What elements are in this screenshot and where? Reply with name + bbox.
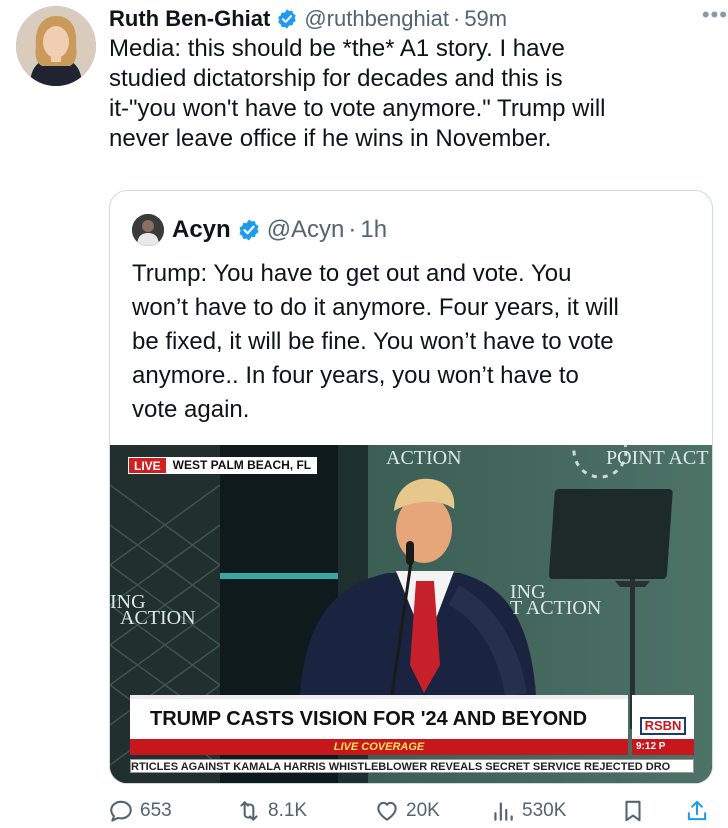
bookmark-icon xyxy=(625,800,641,822)
tweet-header: Ruth Ben-Ghiat @ruthbenghiat · 59m xyxy=(109,4,708,34)
reply-icon xyxy=(110,800,132,822)
reply-button[interactable]: 653 xyxy=(108,798,172,824)
location-label: WEST PALM BEACH, FL xyxy=(166,457,318,474)
views-button[interactable]: 530K xyxy=(490,798,566,824)
quoted-tweet[interactable]: Acyn @Acyn · 1h Trump: You have to get o… xyxy=(109,190,713,784)
retweet-count: 8.1K xyxy=(268,800,308,821)
like-count: 20K xyxy=(406,800,440,821)
quote-text-line: won’t have to do it anymore. Four years,… xyxy=(132,294,619,321)
reply-count: 653 xyxy=(140,800,172,821)
separator-dot: · xyxy=(452,6,461,31)
bookmark-button[interactable] xyxy=(620,798,652,824)
tweet-text-line: it-"you won't have to vote anymore." Tru… xyxy=(109,95,606,122)
backdrop-text: POINT ACT xyxy=(606,447,709,469)
quote-author-name[interactable]: Acyn xyxy=(172,216,231,244)
tweet-actions: 653 8.1K 20K 530K xyxy=(108,794,714,828)
quote-text-line: anymore.. In four years, you won’t have … xyxy=(132,362,579,389)
news-ticker: RTICLES AGAINST KAMALA HARRIS WHISTLEBLO… xyxy=(130,759,694,773)
news-headline: TRUMP CASTS VISION FOR '24 AND BEYOND xyxy=(130,695,628,739)
quote-text-line: Trump: You have to get out and vote. You xyxy=(132,260,572,287)
like-button[interactable]: 20K xyxy=(374,798,440,824)
author-avatar[interactable] xyxy=(16,6,96,86)
quote-timestamp[interactable]: 1h xyxy=(360,216,387,244)
live-badge: LIVE WEST PALM BEACH, FL xyxy=(128,457,318,474)
heart-icon xyxy=(377,801,397,821)
quote-author-avatar[interactable] xyxy=(132,214,164,246)
verified-badge-icon xyxy=(239,219,259,241)
backdrop-text: T ACTION xyxy=(510,597,602,619)
live-coverage-bar: LIVE COVERAGE xyxy=(130,739,628,755)
more-horizontal-icon[interactable]: ••• xyxy=(702,2,728,28)
network-logo: RSBN xyxy=(632,695,694,739)
broadcast-clock: 9:12 P xyxy=(632,739,694,755)
separator-dot: · xyxy=(348,216,357,243)
views-icon xyxy=(494,802,513,821)
quote-text-line: vote again. xyxy=(132,396,250,423)
share-button[interactable] xyxy=(684,798,716,824)
tweet[interactable]: Ruth Ben-Ghiat @ruthbenghiat · 59m ••• M… xyxy=(0,0,728,828)
retweet-icon xyxy=(240,801,258,821)
share-icon xyxy=(687,800,707,821)
tweet-text-line: studied dictatorship for decades and thi… xyxy=(109,65,563,92)
backdrop-text: ACTION xyxy=(120,607,196,629)
author-name[interactable]: Ruth Ben-Ghiat xyxy=(109,6,270,32)
tweet-text-line: Media: this should be *the* A1 story. I … xyxy=(109,35,565,62)
news-lower-third: TRUMP CASTS VISION FOR '24 AND BEYOND LI… xyxy=(130,695,694,757)
tweet-text: Media: this should be *the* A1 story. I … xyxy=(109,34,709,154)
author-handle[interactable]: @ruthbenghiat xyxy=(304,6,449,32)
verified-badge-icon xyxy=(278,9,297,29)
views-count: 530K xyxy=(522,800,567,821)
quote-text-line: be fixed, it will be fine. You won’t hav… xyxy=(132,328,614,355)
tweet-text-line: never leave office if he wins in Novembe… xyxy=(109,125,552,152)
retweet-button[interactable]: 8.1K xyxy=(236,798,307,824)
video-player[interactable]: LIVE WEST PALM BEACH, FL ACTION POINT AC… xyxy=(110,445,712,783)
live-label: LIVE xyxy=(128,457,167,474)
backdrop-text: ACTION xyxy=(386,447,462,469)
tweet-timestamp[interactable]: 59m xyxy=(464,6,507,32)
network-name: RSBN xyxy=(639,717,687,735)
quote-text: Trump: You have to get out and vote. You… xyxy=(132,257,692,427)
quote-author-handle[interactable]: @Acyn xyxy=(267,216,345,244)
quote-header: Acyn @Acyn · 1h xyxy=(132,213,387,247)
